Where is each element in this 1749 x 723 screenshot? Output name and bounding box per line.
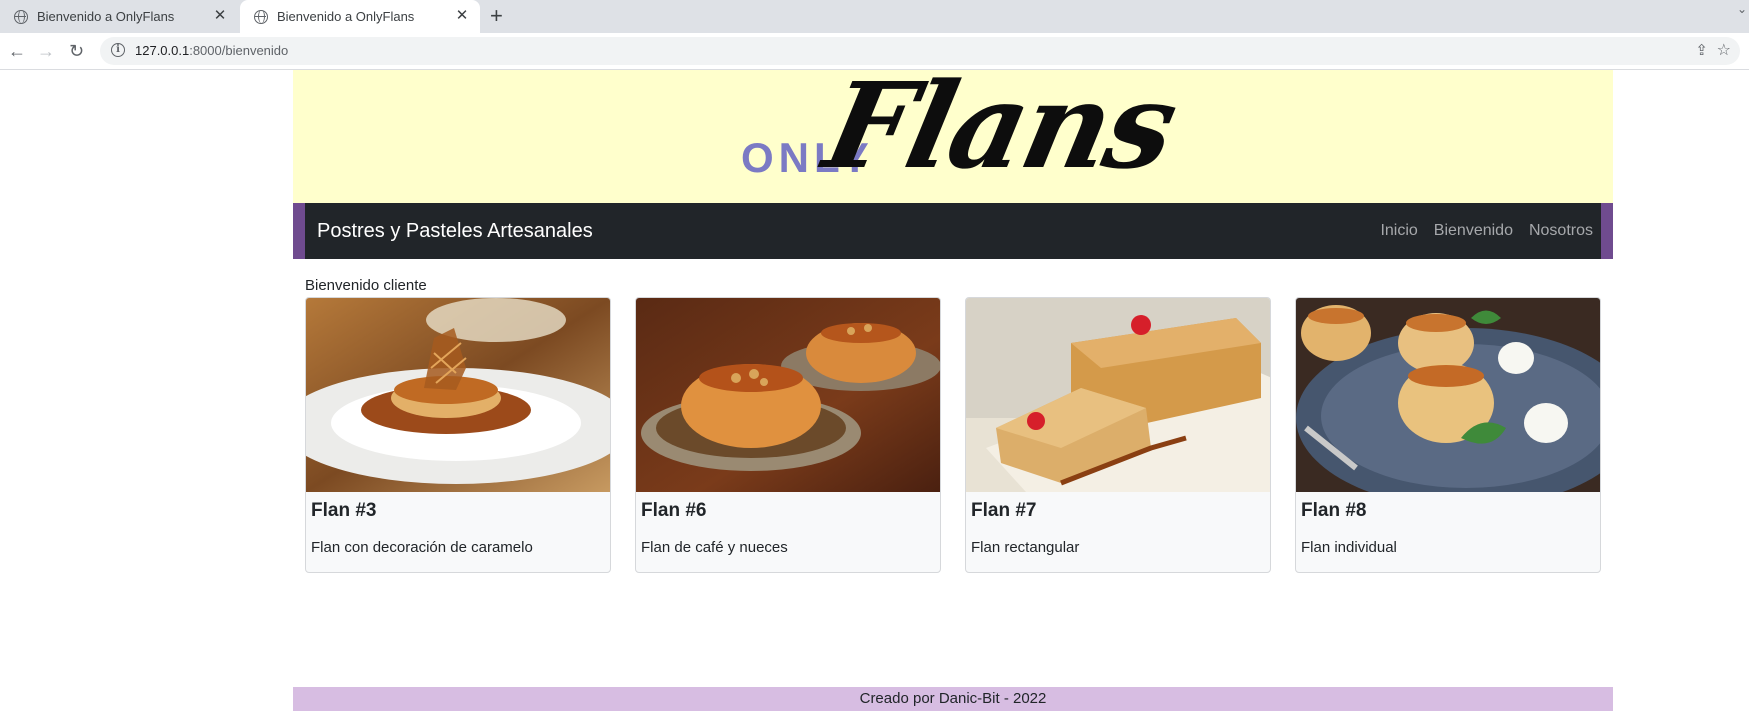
flan-card[interactable]: Flan #6 Flan de café y nueces	[635, 297, 941, 573]
nav-link-inicio[interactable]: Inicio	[1380, 222, 1417, 240]
card-description: Flan de café y nueces	[641, 539, 788, 556]
card-title: Flan #8	[1301, 500, 1367, 521]
flan-image	[306, 298, 610, 492]
back-arrow-icon[interactable]: ←	[8, 41, 26, 61]
nav-link-nosotros[interactable]: Nosotros	[1529, 222, 1593, 240]
share-icon[interactable]: ⇪	[1695, 41, 1708, 59]
browser-tab[interactable]: Bienvenido a OnlyFlans ✕	[0, 0, 238, 33]
flan-card-list: Flan #3 Flan con decoración de caramelo	[305, 297, 1601, 573]
flan-image	[1296, 298, 1600, 492]
header-banner: ONLY Flans	[293, 70, 1613, 203]
site-info-icon[interactable]: i	[111, 43, 125, 57]
card-description: Flan rectangular	[971, 539, 1080, 556]
forward-arrow-icon[interactable]: →	[37, 41, 55, 61]
navbar-brand[interactable]: Postres y Pasteles Artesanales	[317, 220, 593, 243]
browser-toolbar: ← → ↻ i 127.0.0.1:8000/bienvenido ⇪ ☆	[0, 33, 1749, 70]
card-description: Flan con decoración de caramelo	[311, 539, 533, 556]
card-title: Flan #3	[311, 500, 377, 521]
close-tab-icon[interactable]: ✕	[454, 8, 470, 24]
logo-flans-text: Flans	[814, 70, 1187, 195]
tab-title: Bienvenido a OnlyFlans	[37, 9, 175, 24]
page-footer: Creado por Danic-Bit - 2022	[293, 687, 1613, 711]
main-navbar: Postres y Pasteles Artesanales Inicio Bi…	[293, 203, 1613, 259]
card-title: Flan #6	[641, 500, 707, 521]
flan-card[interactable]: Flan #8 Flan individual	[1295, 297, 1601, 573]
flan-image	[966, 298, 1270, 492]
reload-icon[interactable]: ↻	[69, 41, 84, 61]
browser-tab-bar: Bienvenido a OnlyFlans ✕ Bienvenido a On…	[0, 0, 1749, 33]
close-tab-icon[interactable]: ✕	[212, 8, 228, 24]
page-container: ONLY Flans Postres y Pasteles Artesanale…	[293, 70, 1613, 573]
nav-links: Inicio Bienvenido Nosotros	[1380, 222, 1593, 240]
bookmark-star-icon[interactable]: ☆	[1717, 40, 1731, 60]
tab-title: Bienvenido a OnlyFlans	[277, 9, 415, 24]
main-content: Bienvenido cliente Flan #3 Flan con deco…	[293, 259, 1613, 573]
browser-tab-active[interactable]: Bienvenido a OnlyFlans ✕	[240, 0, 480, 33]
card-title: Flan #7	[971, 500, 1037, 521]
flan-card[interactable]: Flan #3 Flan con decoración de caramelo	[305, 297, 611, 573]
card-description: Flan individual	[1301, 539, 1397, 556]
nav-link-bienvenido[interactable]: Bienvenido	[1434, 222, 1513, 240]
flan-image	[636, 298, 940, 492]
globe-icon	[14, 9, 28, 24]
url-host: 127.0.0.1	[135, 43, 190, 58]
url-path: :8000/bienvenido	[189, 43, 289, 58]
new-tab-icon[interactable]: +	[490, 5, 503, 27]
welcome-text: Bienvenido cliente	[305, 277, 427, 294]
globe-icon	[254, 9, 268, 24]
url-text[interactable]: 127.0.0.1:8000/bienvenido	[135, 43, 288, 58]
flan-card[interactable]: Flan #7 Flan rectangular	[965, 297, 1271, 573]
address-bar[interactable]: i 127.0.0.1:8000/bienvenido ⇪ ☆	[100, 37, 1740, 65]
tab-search-chevron-icon[interactable]: ⌄	[1737, 2, 1747, 16]
